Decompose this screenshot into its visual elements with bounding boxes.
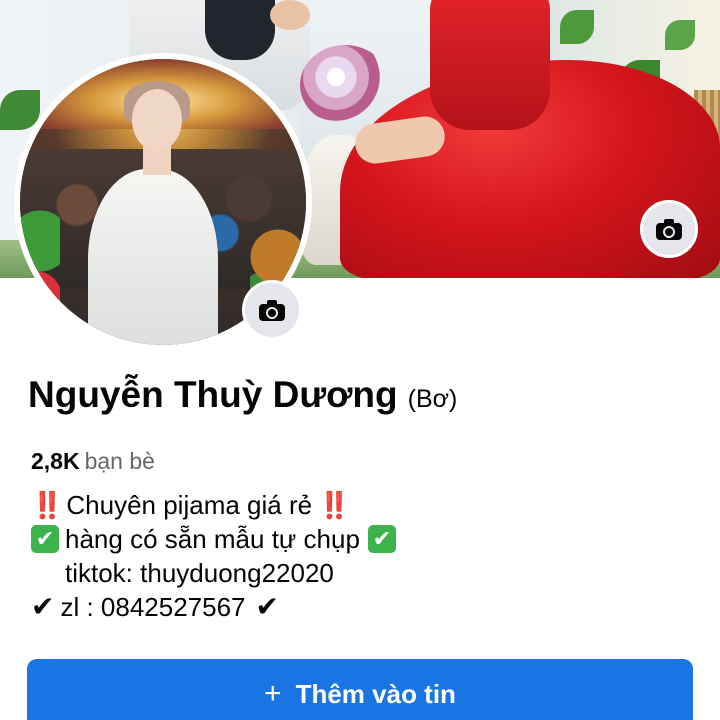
- edit-cover-photo-button[interactable]: [640, 200, 698, 258]
- plus-icon: +: [264, 677, 282, 710]
- friends-count-link[interactable]: 2,8K bạn bè: [31, 448, 155, 475]
- bio-text: zl : 0842527567: [60, 592, 246, 622]
- bio-text: tiktok: thuyduong22020: [65, 558, 334, 588]
- add-to-story-label: Thêm vào tin: [295, 678, 456, 709]
- profile-alternate-name: (Bơ): [407, 385, 458, 413]
- check-mark-icon: ✔: [31, 591, 55, 622]
- double-exclamation-icon: ‼️: [318, 490, 350, 520]
- check-mark-icon: ✔: [255, 591, 279, 622]
- profile-bio: ‼️ Chuyên pijama giá rẻ ‼️ ✔ hàng có sẵn…: [31, 488, 396, 624]
- check-box-icon: ✔: [367, 525, 396, 553]
- profile-name: Nguyễn Thuỳ Dương: [28, 374, 398, 415]
- friends-count: 2,8K: [31, 448, 80, 474]
- bio-text: hàng có sẵn mẫu tự chụp: [65, 524, 360, 554]
- profile-name-row: Nguyễn Thuỳ Dương (Bơ): [28, 374, 457, 416]
- bio-line: ✔ zl : 0842527567 ✔: [31, 590, 396, 624]
- bio-line: ✔ hàng có sẵn mẫu tự chụp ✔: [31, 522, 396, 556]
- camera-icon: [656, 219, 682, 240]
- edit-profile-photo-button[interactable]: [242, 280, 302, 340]
- bio-line: ‼️ Chuyên pijama giá rẻ ‼️: [31, 488, 396, 522]
- camera-icon: [259, 300, 285, 321]
- friends-label: bạn bè: [84, 448, 155, 474]
- bio-text: Chuyên pijama giá rẻ: [66, 490, 313, 520]
- double-exclamation-icon: ‼️: [31, 490, 63, 520]
- add-to-story-button[interactable]: + Thêm vào tin: [27, 659, 693, 720]
- bio-line: tiktok: thuyduong22020: [31, 556, 396, 590]
- check-box-icon: ✔: [31, 525, 59, 553]
